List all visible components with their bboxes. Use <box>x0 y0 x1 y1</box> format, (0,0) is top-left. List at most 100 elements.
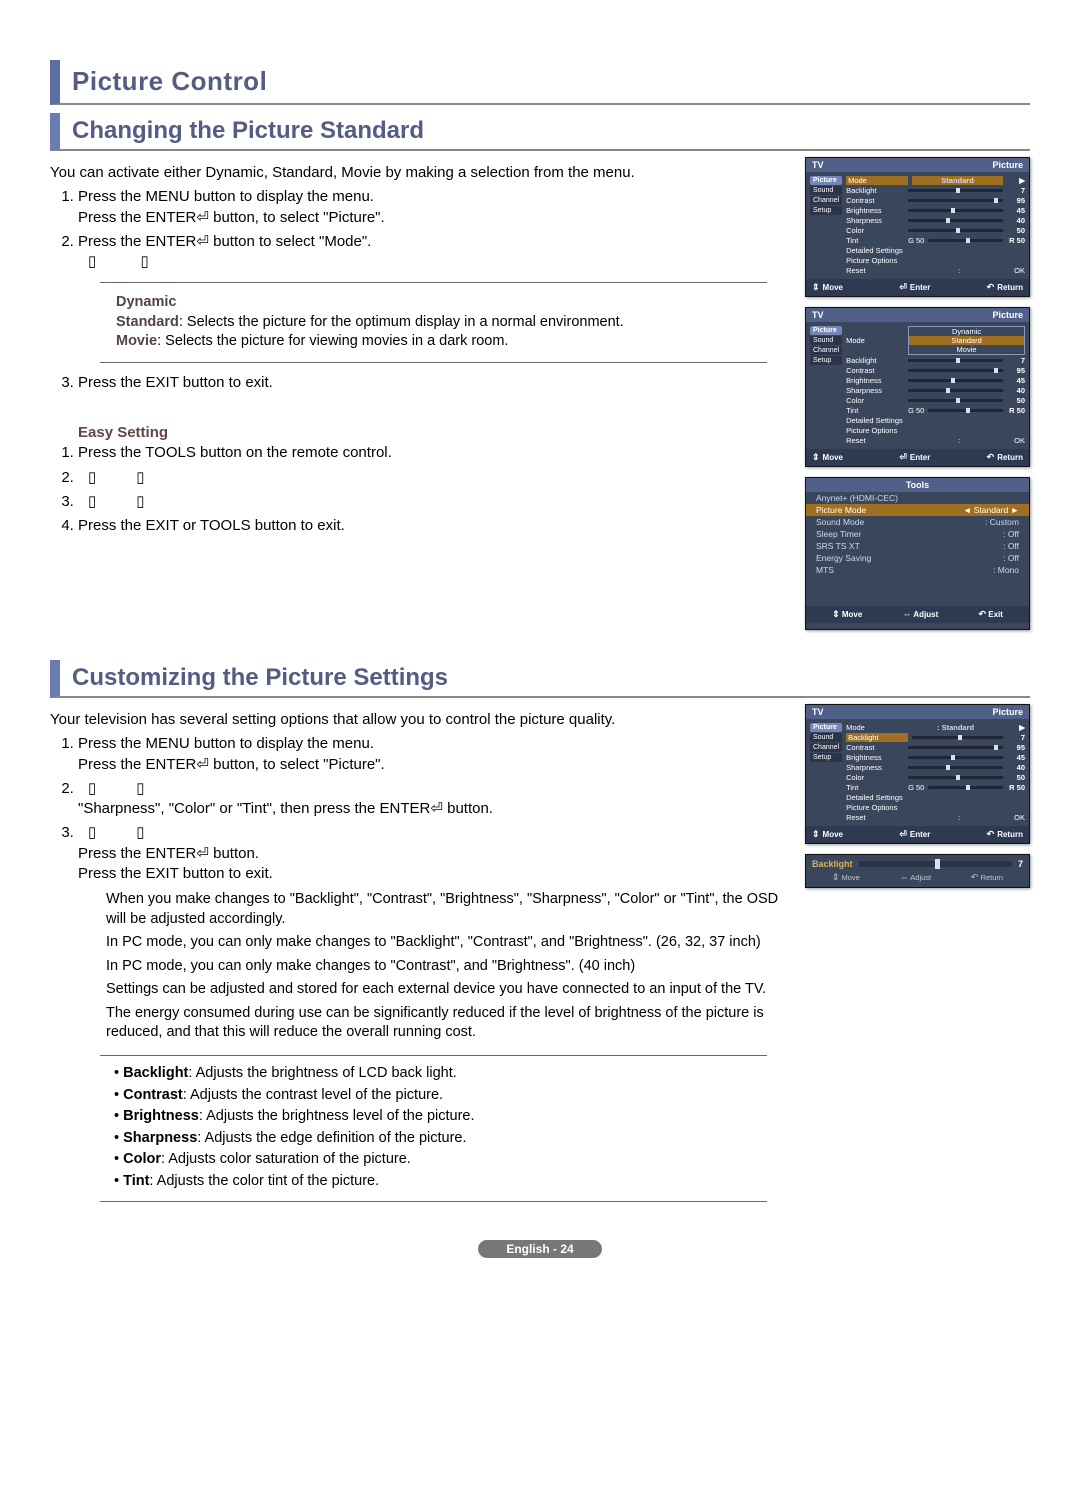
return-icon: ↶ <box>987 452 995 463</box>
manual-page: Picture Control Changing the Picture Sta… <box>0 0 1080 1288</box>
steps-list-1: Press the MENU button to display the men… <box>78 187 793 272</box>
settings-definitions-box: • Backlight: Adjusts the brightness of L… <box>100 1055 767 1202</box>
step-text: Press the MENU button to display the men… <box>78 188 374 205</box>
osd-side-setup[interactable]: Setup <box>810 753 842 762</box>
osd-side-channel[interactable]: Channel <box>810 743 842 752</box>
step-text: Press the ENTER⏎ button, to select "Pict… <box>78 209 385 226</box>
osd-row-mode[interactable]: Mode <box>846 336 904 345</box>
osd-row-sharpness[interactable]: Sharpness <box>846 763 904 772</box>
osd-row-reset[interactable]: Reset <box>846 813 904 822</box>
osd-row-options[interactable]: Picture Options <box>846 803 904 812</box>
osd-row-mode[interactable]: Mode <box>846 723 904 732</box>
easy-step-text: Press the EXIT or TOOLS button to exit. <box>78 517 345 534</box>
osd-mode-option-movie[interactable]: Movie <box>909 345 1024 354</box>
osd-row-color[interactable]: Color <box>846 226 904 235</box>
osd-row-tint[interactable]: Tint <box>846 406 904 415</box>
osd-row-brightness[interactable]: Brightness <box>846 376 904 385</box>
notes-list: When you make changes to "Backlight", "C… <box>106 890 793 1043</box>
osd-row-color[interactable]: Color <box>846 396 904 405</box>
tools-row-mts[interactable]: MTS <box>816 565 834 575</box>
osd-row-backlight[interactable]: Backlight <box>846 356 904 365</box>
def-brightness-desc: : Adjusts the brightness level of the pi… <box>199 1108 475 1124</box>
adjust-label: Backlight <box>812 859 853 869</box>
adjust-slider[interactable] <box>859 861 1012 867</box>
osd-title: Picture <box>992 160 1023 170</box>
return-icon: ↶ <box>987 282 995 293</box>
tools-value: Mono <box>998 565 1019 575</box>
updown-icon: ⇕ <box>832 609 840 619</box>
osd-side-picture[interactable]: Picture <box>810 723 842 732</box>
def-tint-desc: : Adjusts the color tint of the picture. <box>149 1173 379 1189</box>
osd-side-channel[interactable]: Channel <box>810 196 842 205</box>
step-text: Press the ENTER⏎ button. <box>78 845 259 862</box>
osd-value: 95 <box>1007 366 1025 375</box>
step-text: Press the ENTER⏎ button to select "Mode"… <box>78 233 371 250</box>
def-brightness-label: Brightness <box>123 1108 199 1124</box>
tools-row-picture-mode[interactable]: Picture Mode <box>816 505 866 515</box>
def-color-desc: : Adjusts color saturation of the pictur… <box>161 1151 411 1167</box>
osd-row-tint[interactable]: Tint <box>846 783 904 792</box>
osd-picture-menu-backlight: TV Picture Picture Sound Channel Setup M… <box>805 704 1030 844</box>
mode-standard-desc: : Selects the picture for the optimum di… <box>179 314 624 330</box>
placeholder-glyph: ▯ <box>88 780 96 797</box>
osd-row-detailed[interactable]: Detailed Settings <box>846 246 904 255</box>
osd-row-brightness[interactable]: Brightness <box>846 753 904 762</box>
osd-row-contrast[interactable]: Contrast <box>846 196 904 205</box>
footer-enter: Enter <box>910 283 930 292</box>
note-item: The energy consumed during use can be si… <box>106 1004 793 1043</box>
osd-row-mode[interactable]: Mode <box>846 176 908 185</box>
tools-row-sleep-timer[interactable]: Sleep Timer <box>816 529 861 539</box>
osd-row-detailed[interactable]: Detailed Settings <box>846 793 904 802</box>
osd-row-backlight[interactable]: Backlight <box>846 186 904 195</box>
tools-row-energy[interactable]: Energy Saving <box>816 553 871 563</box>
placeholder-glyph: ▯ <box>88 469 96 486</box>
tools-row-anynet[interactable]: Anynet+ (HDMI-CEC) <box>816 493 898 503</box>
osd-side-picture[interactable]: Picture <box>810 326 842 335</box>
osd-side-channel[interactable]: Channel <box>810 346 842 355</box>
osd-side-setup[interactable]: Setup <box>810 356 842 365</box>
osd-row-options[interactable]: Picture Options <box>846 256 904 265</box>
footer-move: Move <box>842 873 860 882</box>
return-icon: ↶ <box>971 872 979 882</box>
chevron-right-icon: ▶ <box>1007 176 1025 185</box>
osd-row-backlight[interactable]: Backlight <box>846 733 908 742</box>
enter-icon: ⏎ <box>899 829 907 840</box>
osd-row-options[interactable]: Picture Options <box>846 426 904 435</box>
osd-picture-menu-standard: TV Picture Picture Sound Channel Setup M… <box>805 157 1030 297</box>
osd-side-sound[interactable]: Sound <box>810 733 842 742</box>
tools-row-sound-mode[interactable]: Sound Mode <box>816 517 864 527</box>
mode-description-box: Dynamic Standard: Selects the picture fo… <box>100 282 767 363</box>
def-sharpness-desc: : Adjusts the edge definition of the pic… <box>197 1130 466 1146</box>
tools-value: Off <box>1008 541 1019 551</box>
page-number: English - 24 <box>478 1240 601 1258</box>
updown-icon: ⇕ <box>812 282 820 293</box>
osd-tint-g: G 50 <box>908 236 924 245</box>
step-text: Press the ENTER⏎ button, to select "Pict… <box>78 756 385 773</box>
osd-side-sound[interactable]: Sound <box>810 336 842 345</box>
osd-row-detailed[interactable]: Detailed Settings <box>846 416 904 425</box>
osd-mode-option-standard[interactable]: Standard <box>909 336 1024 345</box>
page-footer: English - 24 <box>50 1240 1030 1258</box>
osd-value: 7 <box>1007 186 1025 195</box>
osd-row-reset[interactable]: Reset <box>846 436 904 445</box>
osd-mode-option-dynamic[interactable]: Dynamic <box>909 327 1024 336</box>
note-item: When you make changes to "Backlight", "C… <box>106 890 793 929</box>
osd-row-sharpness[interactable]: Sharpness <box>846 386 904 395</box>
osd-row-sharpness[interactable]: Sharpness <box>846 216 904 225</box>
osd-side-sound[interactable]: Sound <box>810 186 842 195</box>
osd-tint-g: G 50 <box>908 783 924 792</box>
placeholder-glyph: ▯ <box>136 493 144 510</box>
tools-row-srs[interactable]: SRS TS XT <box>816 541 860 551</box>
osd-side-setup[interactable]: Setup <box>810 206 842 215</box>
osd-side-picture[interactable]: Picture <box>810 176 842 185</box>
osd-mode-value: Standard <box>942 723 975 732</box>
osd-row-brightness[interactable]: Brightness <box>846 206 904 215</box>
step-text: Press the MENU button to display the men… <box>78 735 374 752</box>
osd-value: 7 <box>1007 733 1025 742</box>
osd-row-contrast[interactable]: Contrast <box>846 366 904 375</box>
osd-row-color[interactable]: Color <box>846 773 904 782</box>
osd-row-reset[interactable]: Reset <box>846 266 904 275</box>
osd-tv-label: TV <box>812 707 824 717</box>
osd-row-contrast[interactable]: Contrast <box>846 743 904 752</box>
osd-row-tint[interactable]: Tint <box>846 236 904 245</box>
